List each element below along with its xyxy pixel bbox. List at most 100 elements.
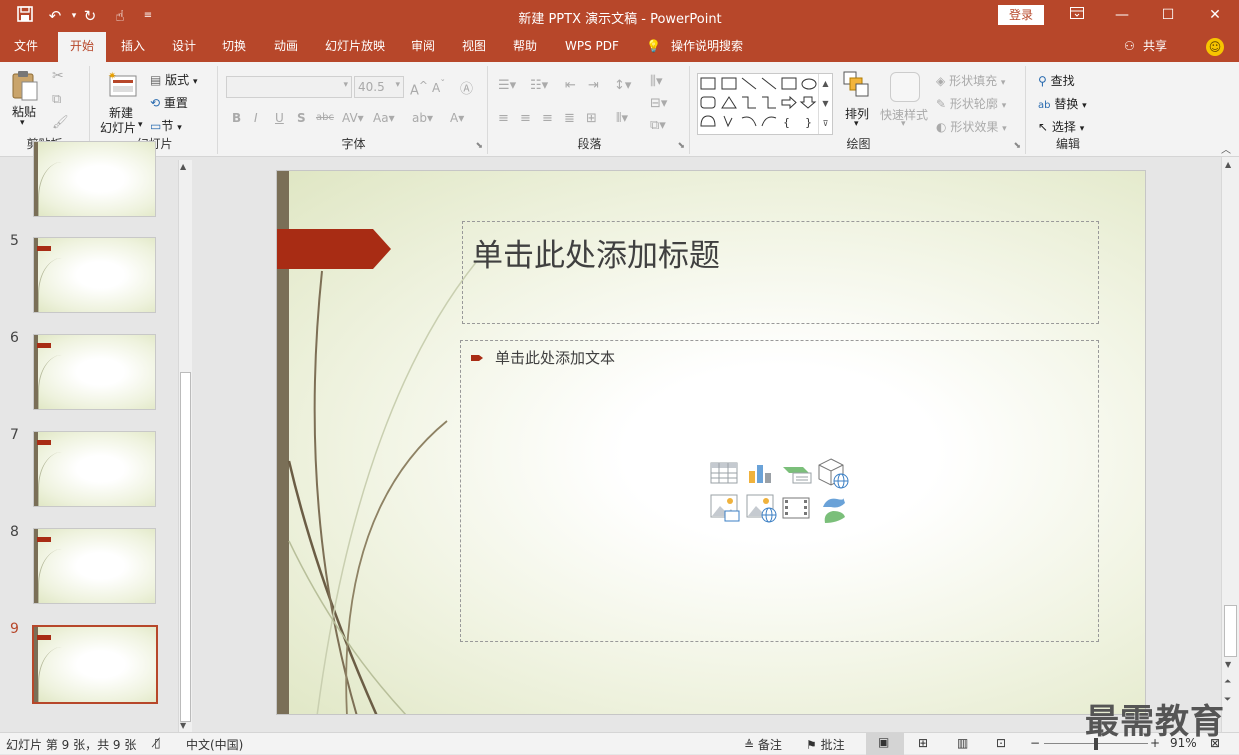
shape-fill-button[interactable]: ◈ 形状填充 ▾ bbox=[936, 72, 1005, 89]
editor-scroll-down-icon[interactable]: ▼ bbox=[1225, 660, 1231, 669]
quick-styles-icon[interactable] bbox=[890, 72, 920, 102]
share-button[interactable]: 共享 bbox=[1143, 32, 1167, 62]
tab-file[interactable]: 文件 bbox=[14, 32, 38, 62]
quick-styles-dropdown-icon[interactable]: ▾ bbox=[901, 119, 906, 129]
insert-smartart-icon[interactable] bbox=[781, 459, 813, 487]
font-color-icon[interactable]: A▾ bbox=[450, 111, 464, 125]
collapse-ribbon-icon[interactable]: ︿ bbox=[1221, 141, 1231, 156]
align-left-icon[interactable]: ≡ bbox=[498, 111, 509, 126]
tab-transitions[interactable]: 切换 bbox=[222, 32, 246, 62]
bold-icon[interactable]: B bbox=[232, 111, 241, 125]
change-case-icon[interactable]: Aa▾ bbox=[373, 111, 395, 125]
char-spacing-icon[interactable]: AV▾ bbox=[342, 111, 364, 125]
layout-button[interactable]: ▤ 版式 ▾ bbox=[150, 71, 198, 88]
increase-indent-icon[interactable]: ⇥ bbox=[588, 78, 599, 93]
paste-dropdown-icon[interactable]: ▾ bbox=[20, 118, 25, 128]
slide-thumbnail[interactable] bbox=[33, 334, 156, 410]
shape-outline-button[interactable]: ✎ 形状轮廓 ▾ bbox=[936, 95, 1006, 112]
normal-view-button[interactable]: ▣ bbox=[866, 733, 904, 755]
insert-icons-icon[interactable] bbox=[817, 493, 849, 525]
tab-view[interactable]: 视图 bbox=[462, 32, 486, 62]
content-placeholder[interactable]: 单击此处添加文本 bbox=[460, 340, 1099, 642]
tab-home[interactable]: 开始 bbox=[58, 32, 107, 62]
editor-scrollbar[interactable]: ▲ ▼ ⏶ ⏷ bbox=[1221, 157, 1239, 732]
shape-effects-button[interactable]: ◐ 形状效果 ▾ bbox=[936, 118, 1007, 135]
select-button[interactable]: ↖ 选择 ▾ bbox=[1038, 118, 1084, 135]
slideshow-icon[interactable]: ⊡ bbox=[996, 736, 1006, 750]
undo-icon[interactable]: ↶ bbox=[45, 6, 65, 26]
tab-help[interactable]: 帮助 bbox=[513, 32, 537, 62]
decrease-indent-icon[interactable]: ⇤ bbox=[565, 78, 576, 93]
maximize-icon[interactable]: ☐ bbox=[1145, 0, 1191, 32]
touch-mode-icon[interactable]: ☝ bbox=[110, 6, 130, 26]
shapes-gallery[interactable]: {} ▲ ▼ ⊽ bbox=[697, 73, 833, 135]
increase-font-icon[interactable]: A^ bbox=[410, 79, 428, 98]
decrease-font-icon[interactable]: Aˇ bbox=[432, 79, 445, 95]
save-icon[interactable] bbox=[15, 6, 35, 26]
comments-button[interactable]: ⚑ 批注 bbox=[806, 736, 845, 753]
insert-picture-icon[interactable] bbox=[709, 493, 741, 523]
arrange-icon[interactable] bbox=[842, 70, 872, 100]
bullets-icon[interactable]: ☰▾ bbox=[498, 78, 516, 93]
login-button[interactable]: 登录 bbox=[998, 5, 1044, 25]
reading-view-icon[interactable]: ▥ bbox=[957, 736, 968, 750]
redo-icon[interactable]: ↻ bbox=[80, 6, 100, 26]
align-center-icon[interactable]: ≡ bbox=[520, 111, 531, 126]
thumbnail-scrollbar[interactable]: ▲ ▼ bbox=[178, 160, 192, 732]
tab-review[interactable]: 审阅 bbox=[411, 32, 435, 62]
font-family-combo[interactable]: ▾ bbox=[226, 76, 352, 98]
ribbon-options-icon[interactable] bbox=[1054, 0, 1100, 32]
replace-button[interactable]: ab 替换 ▾ bbox=[1038, 95, 1087, 112]
new-slide-dropdown-icon[interactable]: ▾ bbox=[138, 120, 143, 130]
numbering-icon[interactable]: ☷▾ bbox=[530, 78, 548, 93]
italic-icon[interactable]: I bbox=[254, 111, 258, 125]
columns-icon[interactable]: ⫴▾ bbox=[616, 111, 628, 126]
section-button[interactable]: ▭节 ▾ bbox=[150, 117, 182, 134]
minimize-icon[interactable]: — bbox=[1099, 0, 1145, 32]
tab-wps-pdf[interactable]: WPS PDF bbox=[565, 32, 619, 62]
scroll-thumb[interactable] bbox=[180, 372, 191, 722]
slide-thumbnail[interactable] bbox=[33, 528, 156, 604]
scroll-down-icon[interactable]: ▼ bbox=[180, 721, 186, 730]
drawing-launcher-icon[interactable]: ⬊ bbox=[1013, 141, 1021, 151]
language[interactable]: 中文(中国) bbox=[186, 736, 243, 753]
tell-me-search[interactable]: 操作说明搜索 bbox=[671, 32, 743, 62]
highlight-icon[interactable]: ab▾ bbox=[412, 111, 433, 125]
insert-table-icon[interactable] bbox=[709, 459, 739, 487]
font-launcher-icon[interactable]: ⬊ bbox=[475, 141, 483, 151]
slide-thumbnail[interactable] bbox=[33, 237, 156, 313]
tab-insert[interactable]: 插入 bbox=[121, 32, 145, 62]
line-spacing-icon[interactable]: ↕▾ bbox=[614, 78, 631, 93]
find-button[interactable]: ⚲ 查找 bbox=[1038, 72, 1075, 89]
close-icon[interactable]: ✕ bbox=[1192, 0, 1238, 32]
insert-online-picture-icon[interactable] bbox=[745, 493, 777, 523]
insert-chart-icon[interactable] bbox=[745, 459, 775, 487]
clear-formatting-icon[interactable]: Ⓐ bbox=[460, 78, 473, 97]
slide-thumbnail-selected[interactable] bbox=[32, 625, 158, 704]
accessibility-icon[interactable]: ▯̸ bbox=[154, 736, 161, 750]
next-slide-icon[interactable]: ⏷ bbox=[1224, 695, 1231, 705]
align-text-icon[interactable]: ⊟▾ bbox=[650, 96, 667, 111]
previous-slide-icon[interactable]: ⏶ bbox=[1224, 677, 1231, 687]
tab-slideshow[interactable]: 幻灯片放映 bbox=[325, 32, 385, 62]
notes-button[interactable]: ≜ 备注 bbox=[744, 736, 782, 753]
customize-icon[interactable]: ≡ bbox=[138, 6, 158, 26]
text-direction-icon[interactable]: ⫼▾ bbox=[650, 74, 663, 89]
tab-design[interactable]: 设计 bbox=[172, 32, 196, 62]
smartart-convert-icon[interactable]: ⧉▾ bbox=[650, 118, 666, 133]
new-slide-icon[interactable]: ✷ bbox=[106, 70, 138, 98]
editor-scroll-up-icon[interactable]: ▲ bbox=[1225, 160, 1231, 169]
arrange-dropdown-icon[interactable]: ▾ bbox=[854, 119, 859, 129]
paste-icon[interactable] bbox=[10, 70, 40, 102]
editor-scroll-thumb[interactable] bbox=[1224, 605, 1237, 657]
reset-button[interactable]: ⟲ 重置 bbox=[150, 94, 188, 111]
cut-icon[interactable]: ✂ bbox=[52, 68, 64, 84]
underline-icon[interactable]: U bbox=[275, 111, 284, 125]
paragraph-launcher-icon[interactable]: ⬊ bbox=[677, 141, 685, 151]
slide-canvas[interactable]: 单击此处添加标题 单击此处添加文本 bbox=[276, 170, 1146, 715]
scroll-up-icon[interactable]: ▲ bbox=[180, 162, 186, 171]
strikethrough-icon[interactable]: abc bbox=[316, 112, 334, 123]
title-placeholder[interactable]: 单击此处添加标题 bbox=[462, 221, 1099, 324]
distributed-icon[interactable]: ⊞ bbox=[586, 111, 597, 126]
insert-3d-model-icon[interactable] bbox=[817, 457, 849, 489]
